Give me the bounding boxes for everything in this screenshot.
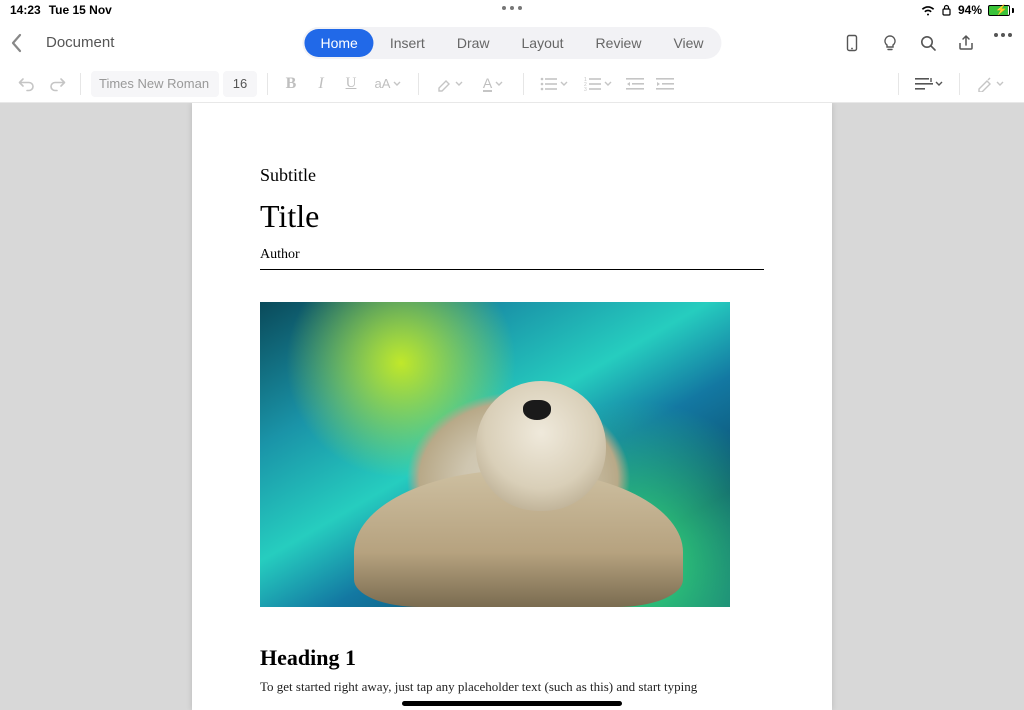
tab-review[interactable]: Review xyxy=(580,29,658,57)
redo-button[interactable] xyxy=(44,71,70,97)
ribbon-tabs: Home Insert Draw Layout Review View xyxy=(302,27,721,59)
undo-button[interactable] xyxy=(14,71,40,97)
numbered-list-button[interactable]: 123 xyxy=(578,71,618,97)
increase-indent-button[interactable] xyxy=(652,71,678,97)
wifi-icon xyxy=(921,5,935,16)
title-text[interactable]: Title xyxy=(260,198,764,235)
tab-draw[interactable]: Draw xyxy=(441,29,506,57)
decrease-indent-button[interactable] xyxy=(622,71,648,97)
battery-icon: ⚡ xyxy=(988,5,1014,16)
rotation-lock-icon xyxy=(941,4,952,16)
paragraph-options-button[interactable] xyxy=(909,71,949,97)
app-header: Document Home Insert Draw Layout Review … xyxy=(0,20,1024,65)
italic-button[interactable]: I xyxy=(308,71,334,97)
share-icon[interactable] xyxy=(956,33,976,53)
heading-1-text[interactable]: Heading 1 xyxy=(260,645,764,671)
text-effects-button[interactable]: aA xyxy=(368,71,408,97)
bullet-list-button[interactable] xyxy=(534,71,574,97)
font-size-selector[interactable]: 16 xyxy=(223,71,257,97)
underline-button[interactable]: U xyxy=(338,71,364,97)
document-page[interactable]: Subtitle Title Author Heading 1 To get s… xyxy=(192,103,832,710)
tab-layout[interactable]: Layout xyxy=(506,29,580,57)
bold-button[interactable]: B xyxy=(278,71,304,97)
status-bar: 14:23 Tue 15 Nov 94% ⚡ xyxy=(0,0,1024,20)
recent-apps-pill-icon[interactable] xyxy=(502,6,522,10)
highlight-color-button[interactable] xyxy=(429,71,469,97)
back-button[interactable] xyxy=(10,32,32,54)
status-date: Tue 15 Nov xyxy=(49,3,112,17)
ideas-lightbulb-icon[interactable] xyxy=(880,33,900,53)
svg-text:3: 3 xyxy=(584,87,587,91)
subtitle-text[interactable]: Subtitle xyxy=(260,165,764,186)
tab-insert[interactable]: Insert xyxy=(374,29,441,57)
document-title[interactable]: Document xyxy=(46,34,114,51)
formatting-ribbon: Times New Roman 16 B I U aA A 123 xyxy=(0,65,1024,103)
document-image[interactable] xyxy=(260,302,730,607)
more-options-icon[interactable] xyxy=(994,33,1014,53)
divider-line xyxy=(260,269,764,270)
battery-percent: 94% xyxy=(958,3,982,17)
tab-view[interactable]: View xyxy=(657,29,719,57)
styles-button[interactable] xyxy=(970,71,1010,97)
body-paragraph[interactable]: To get started right away, just tap any … xyxy=(260,679,764,695)
font-name-selector[interactable]: Times New Roman xyxy=(91,71,219,97)
home-indicator[interactable] xyxy=(402,701,622,706)
status-time: 14:23 xyxy=(10,3,41,17)
search-icon[interactable] xyxy=(918,33,938,53)
author-text[interactable]: Author xyxy=(260,247,764,263)
document-canvas[interactable]: Subtitle Title Author Heading 1 To get s… xyxy=(0,103,1024,710)
mobile-view-icon[interactable] xyxy=(842,33,862,53)
tab-home[interactable]: Home xyxy=(304,29,373,57)
font-color-button[interactable]: A xyxy=(473,71,513,97)
